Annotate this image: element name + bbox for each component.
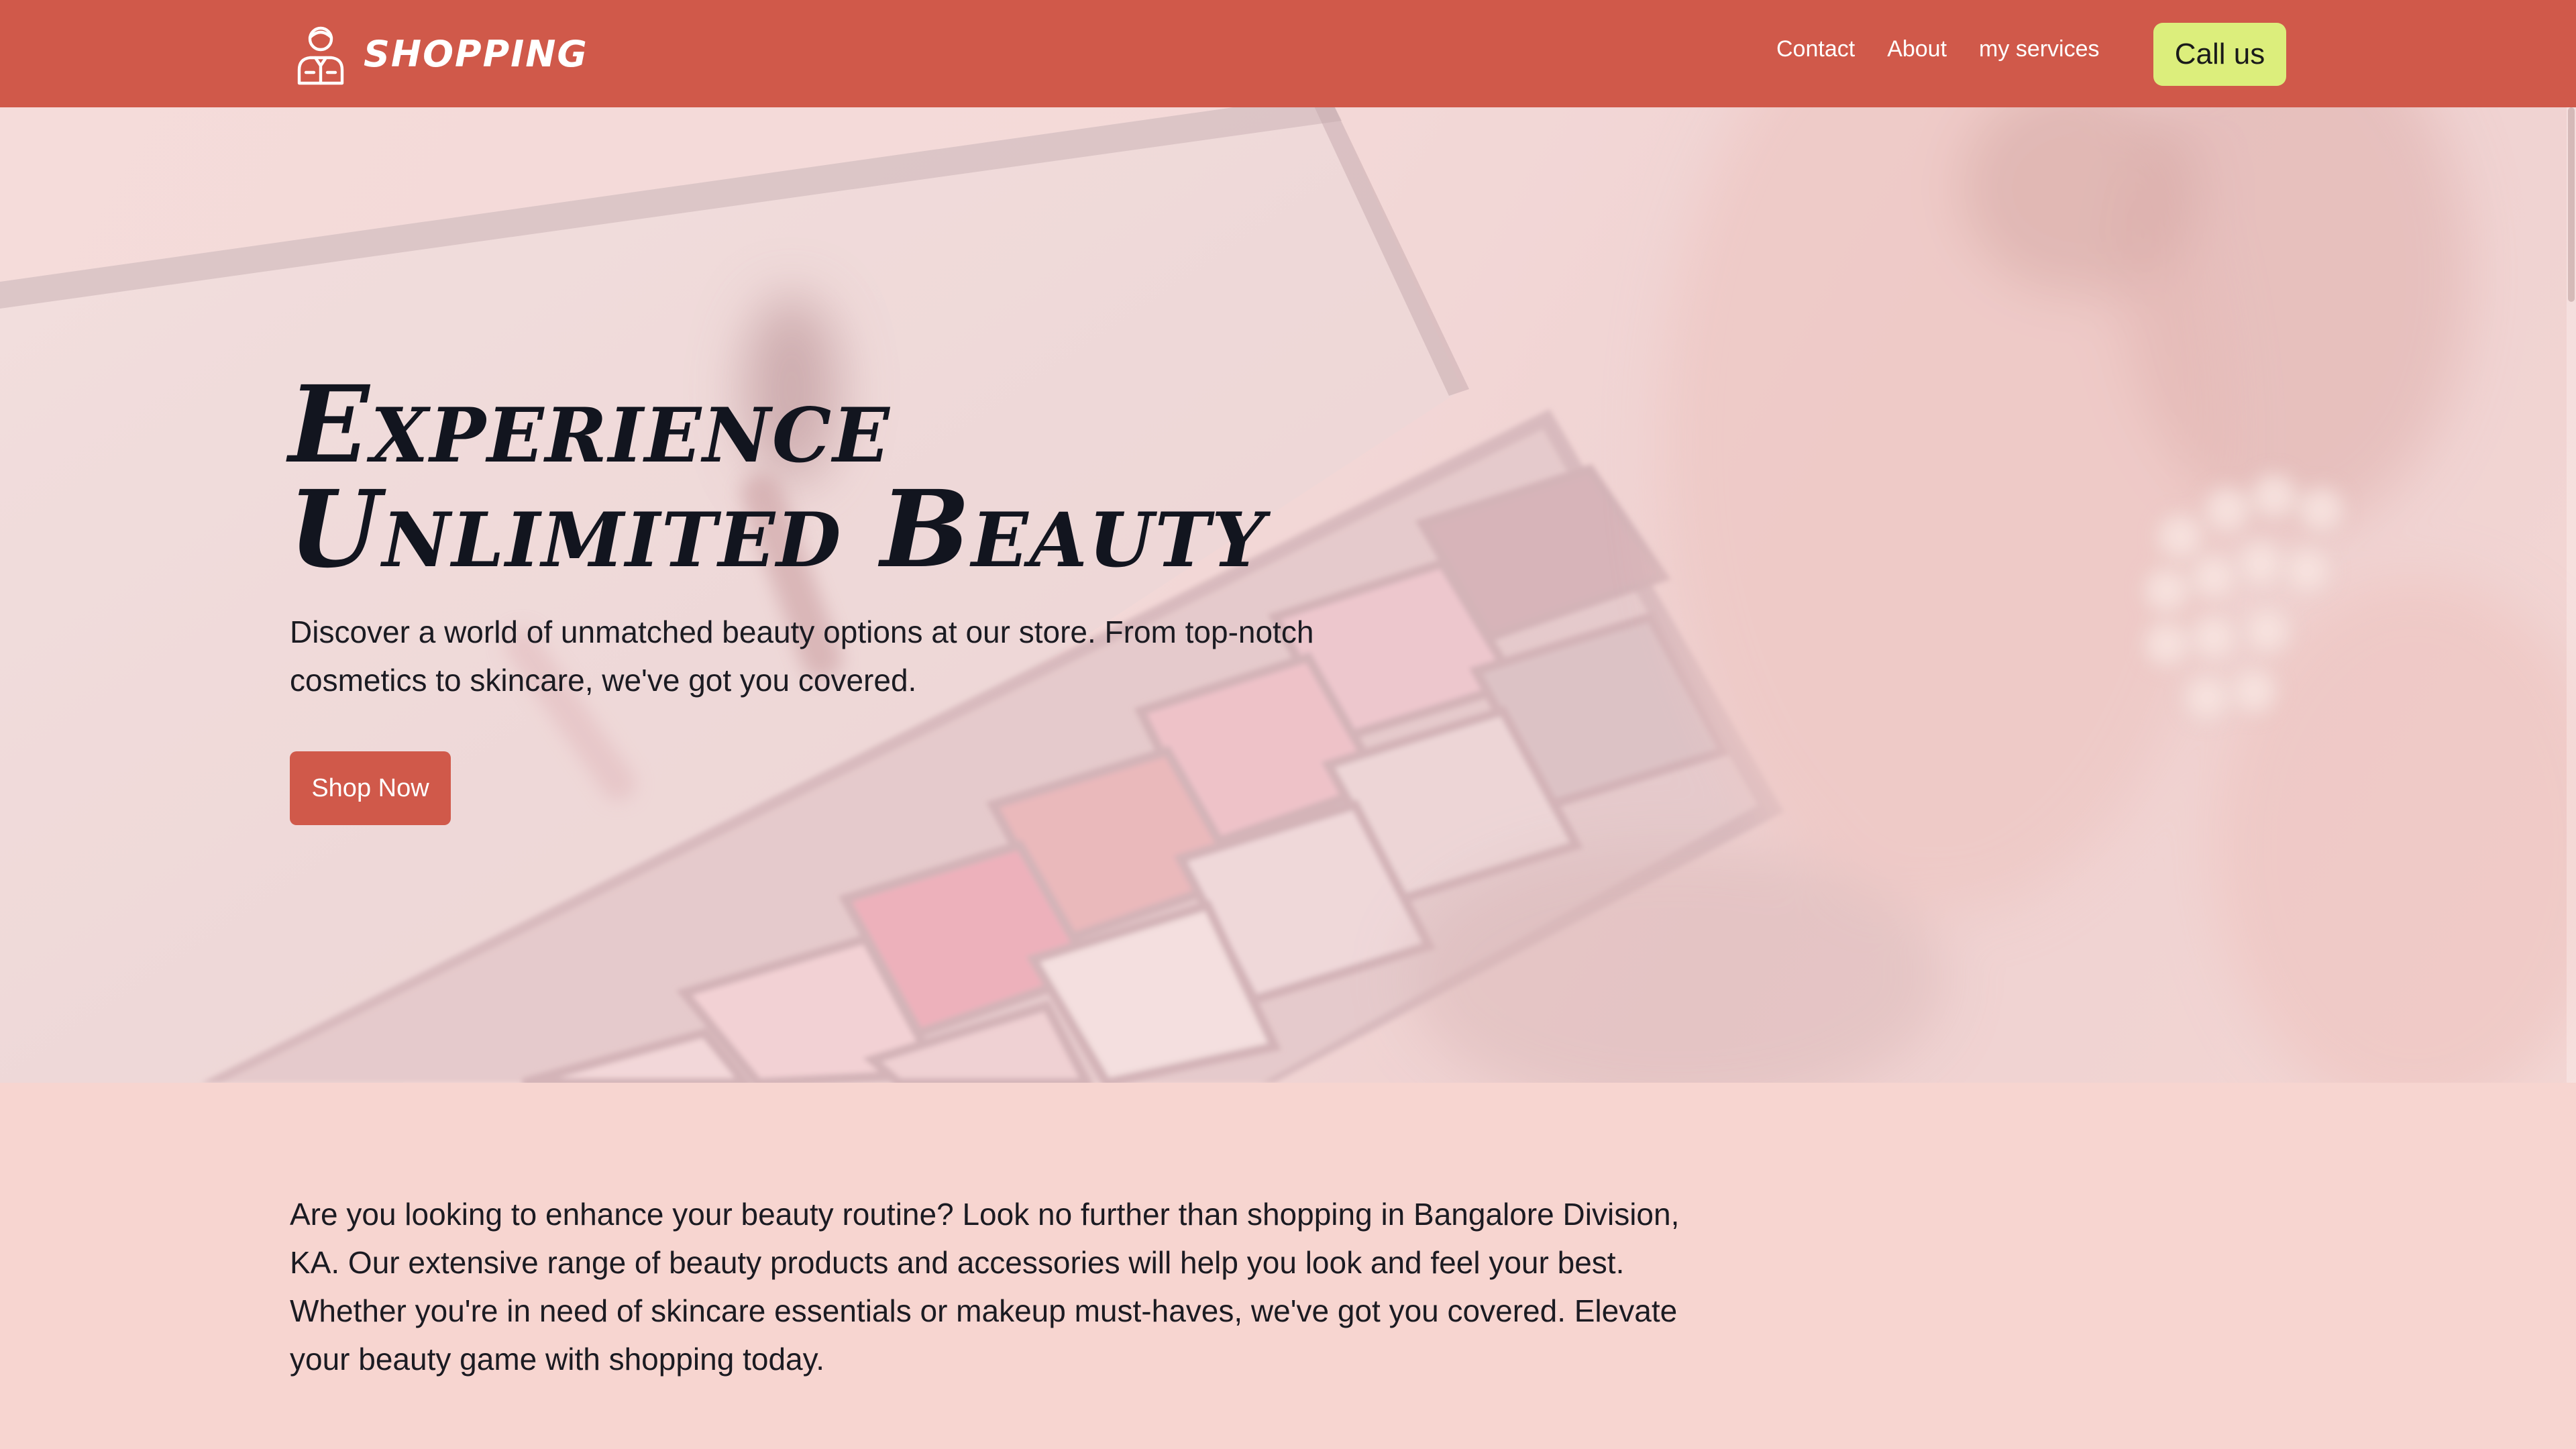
scrollbar-thumb[interactable] bbox=[2568, 107, 2575, 302]
hero-subtitle: Discover a world of unmatched beauty opt… bbox=[290, 614, 1314, 698]
nav-link-about[interactable]: About bbox=[1887, 36, 1947, 62]
nav-link-my-services[interactable]: my services bbox=[1979, 36, 2099, 62]
brand-logo[interactable]: shopping bbox=[292, 20, 588, 87]
hero-section: Experience Unlimited Beauty Discover a w… bbox=[0, 107, 2576, 1083]
site-header: shopping Contact About my services Call … bbox=[0, 0, 2576, 107]
person-avatar-icon bbox=[297, 26, 344, 85]
hero-overlay bbox=[0, 107, 2576, 1083]
main-nav: Contact About my services bbox=[1776, 36, 2100, 62]
brand-name: shopping bbox=[364, 32, 588, 75]
shop-now-button[interactable]: Shop Now bbox=[290, 751, 451, 825]
intro-paragraph: Are you looking to enhance your beauty r… bbox=[290, 1197, 1680, 1377]
nav-link-contact[interactable]: Contact bbox=[1776, 36, 1855, 62]
intro-section: Are you looking to enhance your beauty r… bbox=[0, 1083, 2576, 1449]
scrollbar[interactable] bbox=[2567, 107, 2576, 1083]
call-us-button[interactable]: Call us bbox=[2153, 23, 2286, 86]
hero-title: Experience Unlimited Beauty bbox=[288, 363, 1267, 592]
